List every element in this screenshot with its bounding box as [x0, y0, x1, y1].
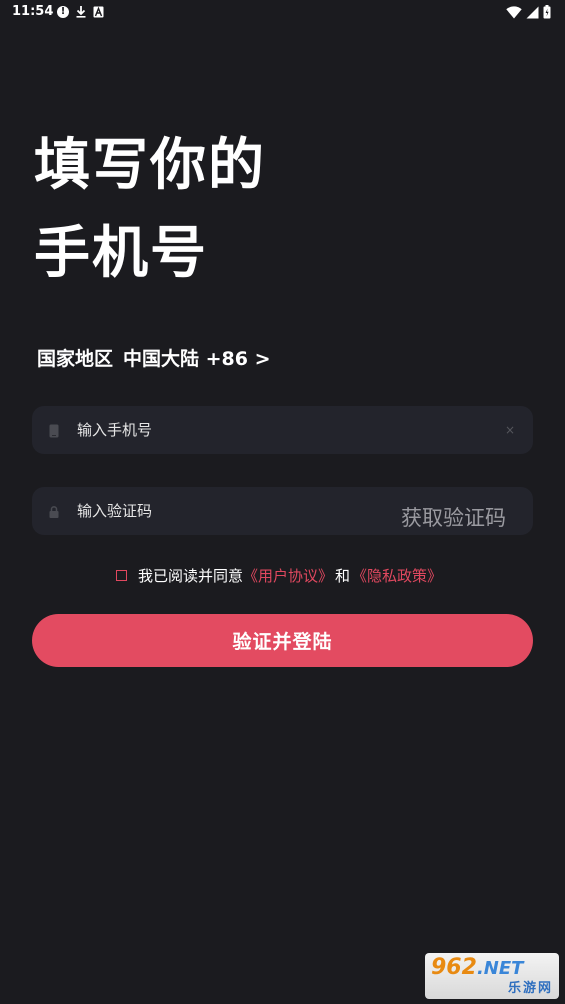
privacy-policy-link[interactable]: 《隐私政策》	[352, 565, 442, 586]
phone-input[interactable]	[77, 406, 407, 454]
a-icon	[93, 6, 104, 18]
phone-field[interactable]: ×	[32, 406, 533, 454]
download-icon	[76, 6, 86, 18]
page-title-line-1: 填写你的	[34, 133, 266, 198]
status-bar: 11:54 !	[0, 0, 565, 26]
clear-icon[interactable]: ×	[505, 423, 515, 437]
agreement-checkbox[interactable]	[116, 570, 127, 581]
watermark-bottom: 乐游网	[507, 981, 553, 996]
agreement-row: 我已阅读并同意 《用户协议》 和 《隐私政策》	[116, 565, 442, 586]
wifi-icon	[506, 4, 522, 23]
battery-icon	[543, 4, 551, 23]
status-time: 11:54	[12, 4, 54, 19]
region-selector[interactable]: 国家地区 中国大陆 +86 >	[37, 344, 271, 371]
region-label: 国家地区	[37, 348, 114, 370]
lock-icon	[49, 504, 59, 518]
watermark-number: 962	[431, 955, 477, 980]
get-code-button[interactable]: 获取验证码	[401, 502, 506, 532]
agreement-and: 和	[335, 567, 351, 585]
verify-login-button[interactable]: 验证并登陆	[32, 614, 533, 667]
agreement-prefix: 我已阅读并同意	[138, 567, 244, 585]
signal-icon	[526, 4, 539, 23]
status-icons-left: !	[57, 5, 104, 19]
watermark-logo: 962.NET 乐游网	[425, 953, 559, 999]
region-value[interactable]: 中国大陆 +86 >	[123, 344, 271, 371]
code-field[interactable]: 获取验证码	[32, 487, 533, 535]
watermark-suffix: .NET	[476, 958, 524, 979]
user-agreement-link[interactable]: 《用户协议》	[243, 565, 333, 586]
page-title-line-2: 手机号	[34, 221, 208, 286]
code-input[interactable]	[77, 487, 407, 535]
status-icons-right	[506, 4, 551, 23]
phone-icon	[49, 423, 59, 438]
alert-icon: !	[57, 6, 69, 18]
